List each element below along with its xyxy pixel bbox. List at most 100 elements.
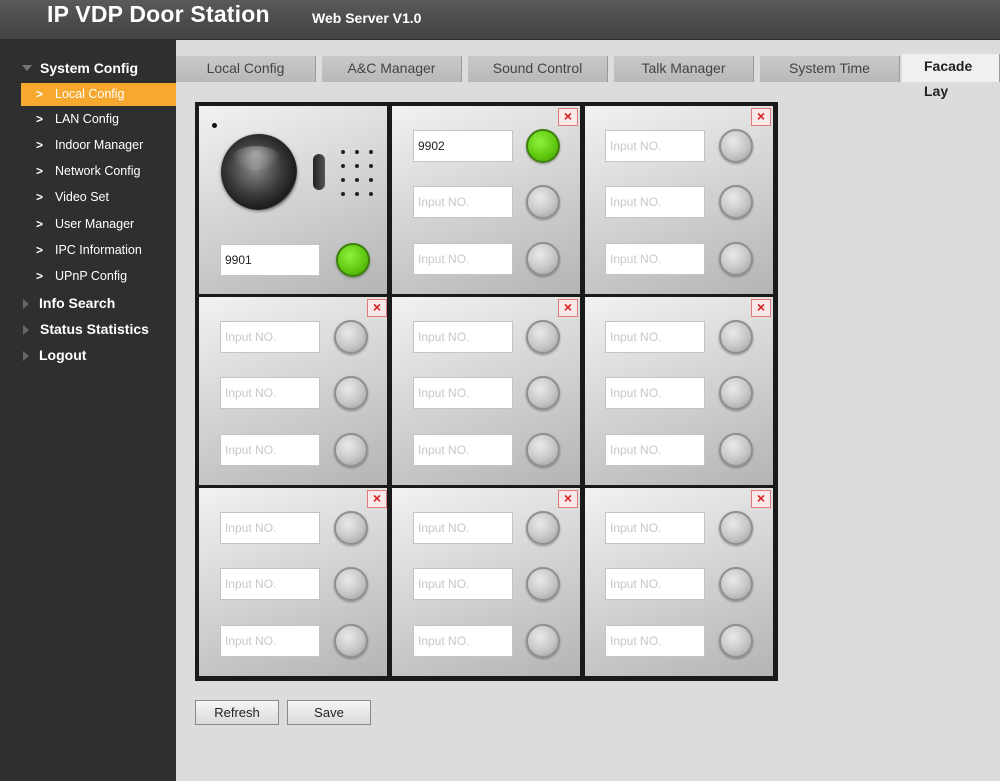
call-button[interactable]	[719, 129, 753, 163]
call-button[interactable]	[719, 567, 753, 601]
delete-panel-button[interactable]: ×	[558, 108, 578, 126]
room-number-input[interactable]	[220, 321, 320, 353]
chevron-right-icon: >	[36, 243, 44, 257]
call-button[interactable]	[719, 433, 753, 467]
room-number-input[interactable]	[413, 186, 513, 218]
collapse-icon	[23, 351, 29, 361]
tab-system-time[interactable]: System Time	[760, 56, 900, 82]
sidebar: System Config > Local Config > LAN Confi…	[0, 40, 176, 781]
room-number-input[interactable]	[413, 377, 513, 409]
sidebar-item-video-set[interactable]: > Video Set	[21, 186, 176, 209]
room-number-input[interactable]	[605, 625, 705, 657]
sidebar-item-local-config[interactable]: > Local Config	[21, 83, 176, 106]
call-button[interactable]	[336, 243, 370, 277]
call-button[interactable]	[334, 376, 368, 410]
room-number-input[interactable]	[413, 243, 513, 275]
tab-local-config[interactable]: Local Config	[176, 56, 316, 82]
sidebar-item-label: Network Config	[55, 164, 141, 178]
sidebar-item-ipc-information[interactable]: > IPC Information	[21, 239, 176, 262]
save-button[interactable]: Save	[287, 700, 371, 725]
call-button[interactable]	[334, 433, 368, 467]
call-button[interactable]	[526, 376, 560, 410]
room-number-input[interactable]	[220, 377, 320, 409]
call-button[interactable]	[526, 129, 560, 163]
call-button[interactable]	[526, 567, 560, 601]
sidebar-item-user-manager[interactable]: > User Manager	[21, 213, 176, 236]
room-number-input[interactable]	[220, 625, 320, 657]
sidebar-group-label: Info Search	[39, 295, 116, 311]
room-number-input[interactable]	[605, 186, 705, 218]
button-panel: ×	[199, 297, 387, 485]
speaker-grille-icon	[341, 150, 377, 198]
sidebar-group-label: Status Statistics	[40, 321, 149, 337]
call-button[interactable]	[719, 242, 753, 276]
call-button[interactable]	[526, 511, 560, 545]
tab-talk-manager[interactable]: Talk Manager	[614, 56, 754, 82]
delete-panel-button[interactable]: ×	[558, 490, 578, 508]
room-number-input[interactable]	[413, 625, 513, 657]
room-number-input[interactable]	[220, 244, 320, 276]
button-panel: ×	[585, 106, 773, 294]
room-number-input[interactable]	[413, 568, 513, 600]
tab-sound-control[interactable]: Sound Control	[468, 56, 608, 82]
call-button[interactable]	[719, 320, 753, 354]
call-button[interactable]	[719, 185, 753, 219]
room-number-input[interactable]	[413, 434, 513, 466]
delete-panel-button[interactable]: ×	[367, 490, 387, 508]
delete-panel-button[interactable]: ×	[751, 108, 771, 126]
call-button[interactable]	[719, 511, 753, 545]
call-button[interactable]	[719, 624, 753, 658]
call-button[interactable]	[334, 567, 368, 601]
call-button[interactable]	[334, 624, 368, 658]
room-number-input[interactable]	[605, 321, 705, 353]
room-number-input[interactable]	[605, 243, 705, 275]
room-number-input[interactable]	[413, 512, 513, 544]
sidebar-group-info-search[interactable]: Info Search	[0, 292, 176, 316]
sidebar-item-indoor-manager[interactable]: > Indoor Manager	[21, 134, 176, 157]
sidebar-group-system-config[interactable]: System Config	[0, 57, 176, 81]
sidebar-item-label: Indoor Manager	[55, 138, 144, 152]
app-title: IP VDP Door Station	[47, 1, 270, 27]
app-version: Web Server V1.0	[312, 10, 422, 26]
tab-facade-layout[interactable]: Facade Lay	[902, 54, 1000, 99]
button-panel: ×	[585, 297, 773, 485]
delete-panel-button[interactable]: ×	[751, 299, 771, 317]
sidebar-group-logout[interactable]: Logout	[0, 344, 176, 368]
sidebar-item-lan-config[interactable]: > LAN Config	[21, 108, 176, 131]
room-number-input[interactable]	[605, 512, 705, 544]
room-number-input[interactable]	[220, 568, 320, 600]
room-number-input[interactable]	[413, 130, 513, 162]
room-number-input[interactable]	[605, 377, 705, 409]
tab-ac-manager[interactable]: A&C Manager	[322, 56, 462, 82]
expand-icon	[22, 65, 32, 71]
refresh-button[interactable]: Refresh	[195, 700, 279, 725]
room-number-input[interactable]	[220, 512, 320, 544]
delete-panel-button[interactable]: ×	[751, 490, 771, 508]
chevron-right-icon: >	[36, 190, 44, 204]
call-button[interactable]	[526, 320, 560, 354]
sidebar-group-label: System Config	[40, 60, 139, 76]
call-button[interactable]	[334, 320, 368, 354]
sidebar-item-upnp-config[interactable]: > UPnP Config	[21, 265, 176, 288]
button-panel: ×	[585, 488, 773, 676]
call-button[interactable]	[526, 433, 560, 467]
room-number-input[interactable]	[413, 321, 513, 353]
call-button[interactable]	[334, 511, 368, 545]
delete-panel-button[interactable]: ×	[558, 299, 578, 317]
sidebar-item-network-config[interactable]: > Network Config	[21, 160, 176, 183]
chevron-right-icon: >	[36, 164, 44, 178]
room-number-input[interactable]	[220, 434, 320, 466]
sensor-slot	[313, 154, 325, 190]
facade-layout-grid: × × × × ×	[195, 102, 778, 681]
sidebar-group-label: Logout	[39, 347, 87, 363]
call-button[interactable]	[526, 185, 560, 219]
room-number-input[interactable]	[605, 434, 705, 466]
call-button[interactable]	[526, 242, 560, 276]
room-number-input[interactable]	[605, 130, 705, 162]
delete-panel-button[interactable]: ×	[367, 299, 387, 317]
room-number-input[interactable]	[605, 568, 705, 600]
call-button[interactable]	[719, 376, 753, 410]
button-panel: ×	[199, 488, 387, 676]
call-button[interactable]	[526, 624, 560, 658]
sidebar-group-status-statistics[interactable]: Status Statistics	[0, 318, 176, 342]
